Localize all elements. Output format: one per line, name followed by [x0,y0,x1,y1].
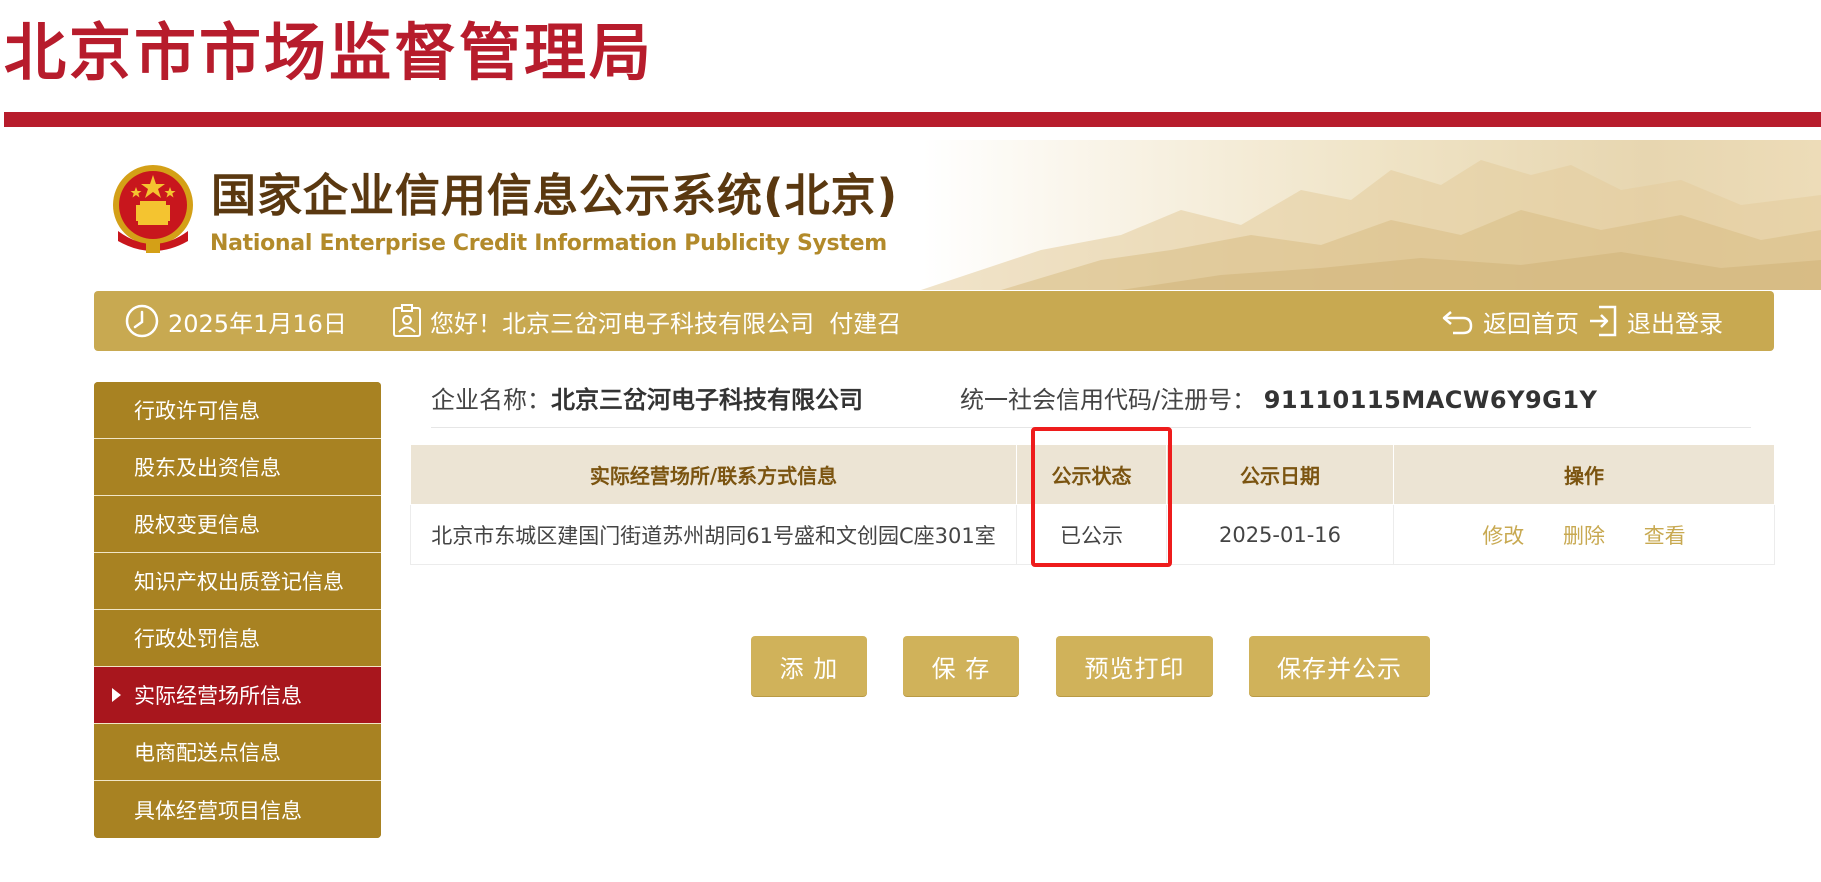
add-button[interactable]: 添 加 [751,636,867,696]
user-info-bar: 2025年1月16日 您好！北京三岔河电子科技有限公司 付建召 返回首页 退出登… [94,291,1774,351]
credit-code-line: 统一社会信用代码/注册号： 91110115MACW6Y9G1Y [960,380,1597,415]
sidebar-item-label: 知识产权出质登记信息 [134,570,344,594]
sidebar-item-label: 行政许可信息 [134,399,260,423]
edit-link[interactable]: 修改 [1482,524,1524,548]
premises-table: 实际经营场所/联系方式信息 公示状态 公示日期 操作 北京市东城区建国门街道苏州… [410,444,1775,565]
home-label: 返回首页 [1483,309,1579,338]
company-name: 北京三岔河电子科技有限公司 [551,386,863,414]
logout-icon [1587,304,1619,338]
sidebar-item-business-premises[interactable]: 实际经营场所信息 [94,667,381,724]
return-arrow-icon [1441,306,1475,336]
active-arrow-icon [112,688,121,702]
delete-link[interactable]: 删除 [1563,524,1605,548]
current-date: 2025年1月16日 [168,309,347,338]
sidebar-item-shareholders[interactable]: 股东及出资信息 [94,439,381,496]
status-cell: 已公示 [1016,504,1167,565]
user-card-icon [392,304,422,338]
preview-print-button[interactable]: 预览打印 [1056,636,1213,696]
system-title: 国家企业信用信息公示系统(北京) [211,169,899,222]
sidebar-item-admin-license[interactable]: 行政许可信息 [94,382,381,439]
column-header: 公示状态 [1016,444,1167,505]
actions-cell: 修改 删除 查看 [1393,504,1775,565]
company-name-line: 企业名称：北京三岔河电子科技有限公司 [431,380,863,415]
info-divider [431,427,1751,428]
greeting-display: 您好！北京三岔河电子科技有限公司 付建召 [392,291,901,351]
column-header: 操作 [1393,444,1775,505]
date-cell: 2025-01-16 [1166,504,1394,565]
date-display: 2025年1月16日 [124,291,347,351]
table-row: 北京市东城区建国门街道苏州胡同61号盛和文创园C座301室 已公示 2025-0… [410,504,1775,565]
system-subtitle: National Enterprise Credit Information P… [210,231,887,256]
sidebar-item-label: 股东及出资信息 [134,456,281,480]
sidebar-item-ip-pledge[interactable]: 知识产权出质登记信息 [94,553,381,610]
sidebar-item-label: 行政处罚信息 [134,627,260,651]
sidebar-item-business-items[interactable]: 具体经营项目信息 [94,781,381,838]
user-greeting: 您好！北京三岔河电子科技有限公司 付建召 [430,309,902,338]
logout-link[interactable]: 退出登录 [1587,291,1723,351]
header-divider [4,112,1821,127]
credit-code: 91110115MACW6Y9G1Y [1263,386,1598,414]
sidebar-item-admin-penalty[interactable]: 行政处罚信息 [94,610,381,667]
sidebar-nav: 行政许可信息 股东及出资信息 股权变更信息 知识产权出质登记信息 行政处罚信息 … [94,382,381,838]
home-link[interactable]: 返回首页 [1441,291,1579,351]
sidebar-item-label: 具体经营项目信息 [134,798,302,823]
national-emblem-icon [113,165,193,253]
save-button[interactable]: 保 存 [903,636,1019,696]
table-header-row: 实际经营场所/联系方式信息 公示状态 公示日期 操作 [410,444,1775,505]
logout-label: 退出登录 [1627,309,1723,338]
page: 北京市市场监督管理局 国家企业信用信息公示系统(北京) National Ent… [0,0,1821,882]
sidebar-item-label: 股权变更信息 [134,513,260,537]
view-link[interactable]: 查看 [1644,524,1686,548]
company-name-label: 企业名称： [431,386,551,414]
sidebar-item-label: 电商配送点信息 [134,741,281,765]
column-header: 公示日期 [1166,444,1394,505]
bureau-title: 北京市市场监督管理局 [4,16,655,89]
credit-code-label: 统一社会信用代码/注册号： [960,386,1257,414]
sidebar-item-label: 实际经营场所信息 [134,684,302,708]
column-header: 实际经营场所/联系方式信息 [410,444,1017,505]
save-and-publish-button[interactable]: 保存并公示 [1249,636,1430,696]
sidebar-item-ecommerce-delivery[interactable]: 电商配送点信息 [94,724,381,781]
address-cell: 北京市东城区建国门街道苏州胡同61号盛和文创园C座301室 [410,504,1017,565]
mountain-landscape-image [921,160,1821,290]
clock-icon [124,303,160,339]
sidebar-item-equity-change[interactable]: 股权变更信息 [94,496,381,553]
